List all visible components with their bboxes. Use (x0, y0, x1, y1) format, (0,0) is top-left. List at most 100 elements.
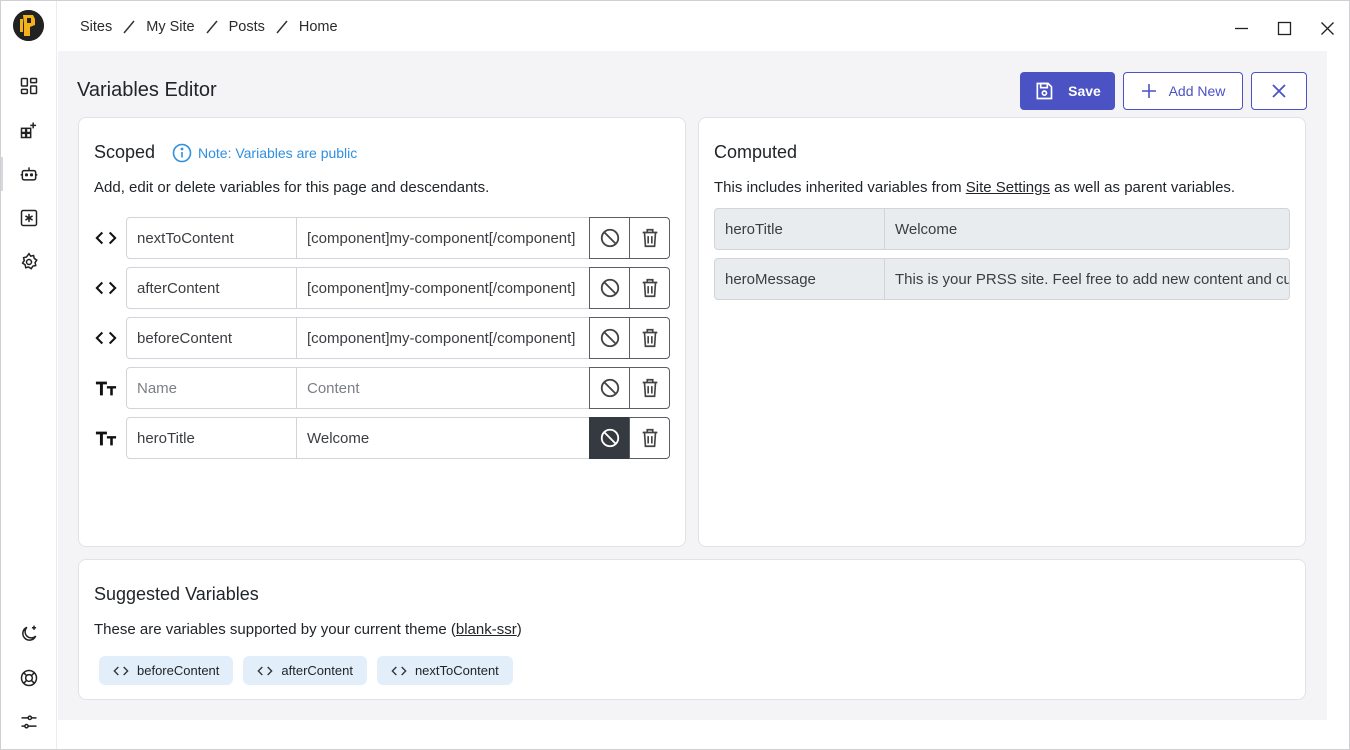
public-note-text: Note: Variables are public (198, 145, 358, 161)
disable-variable-button[interactable] (589, 317, 630, 359)
delete-variable-button[interactable] (629, 417, 670, 459)
window-close-icon[interactable] (1306, 1, 1349, 55)
suggested-description-before: These are variables supported by your cu… (94, 621, 456, 638)
computed-title: Computed (714, 142, 798, 162)
suggested-chip-before-content[interactable]: beforeContent (99, 656, 234, 685)
disable-variable-button[interactable] (589, 417, 630, 459)
trash-icon (642, 378, 657, 398)
close-icon (1272, 84, 1286, 98)
suggested-title: Suggested Variables (94, 584, 259, 604)
scoped-card: Scoped Note: Variables are public Add, e… (78, 117, 686, 547)
suggested-chip-next-to-content[interactable]: nextToContent (376, 656, 513, 685)
robot-icon[interactable] (18, 163, 40, 185)
breadcrumb: Sites My Site Posts Home (80, 19, 338, 35)
sliders-icon[interactable] (18, 711, 40, 733)
gear-icon[interactable] (18, 251, 40, 273)
breadcrumb-item-sites[interactable]: Sites (80, 19, 112, 35)
scoped-description: Add, edit or delete variables for this p… (94, 179, 490, 196)
moon-plus-icon[interactable] (18, 623, 40, 645)
scoped-title: Scoped (94, 142, 156, 162)
variable-value-input[interactable] (296, 367, 590, 409)
app-logo[interactable] (13, 10, 44, 41)
maximize-icon[interactable] (1263, 1, 1306, 55)
disable-variable-button[interactable] (589, 217, 630, 259)
suggested-chip-label: nextToContent (414, 663, 499, 678)
disable-variable-button[interactable] (589, 267, 630, 309)
public-note: Note: Variables are public (172, 143, 357, 163)
variable-value-input[interactable] (296, 217, 590, 259)
suggested-description: These are variables supported by your cu… (94, 621, 522, 638)
main-content: Variables Editor Save Add New Scoped Not… (58, 51, 1327, 720)
floppy-disk-icon (1036, 82, 1053, 100)
code-icon (94, 328, 118, 348)
breadcrumb-item-my-site[interactable]: My Site (146, 19, 194, 35)
trash-icon (642, 278, 657, 298)
text-type-icon (94, 428, 118, 448)
variable-row (94, 317, 672, 359)
page-title: Variables Editor (77, 79, 217, 101)
plus-icon (1141, 84, 1156, 98)
breadcrumb-separator-icon (122, 19, 136, 35)
variable-value-input[interactable] (296, 317, 590, 359)
info-icon (172, 143, 192, 163)
computed-card: Computed This includes inherited variabl… (698, 117, 1306, 547)
top-bar: Sites My Site Posts Home (58, 1, 1349, 51)
site-settings-link[interactable]: Site Settings (966, 179, 1050, 196)
variable-name-input[interactable] (126, 417, 297, 459)
disable-variable-button[interactable] (589, 367, 630, 409)
delete-variable-button[interactable] (629, 267, 670, 309)
code-icon (94, 278, 118, 298)
variable-name-input[interactable] (126, 217, 297, 259)
computed-description: This includes inherited variables from S… (714, 179, 1235, 196)
trash-icon (642, 228, 657, 248)
breadcrumb-separator-icon (205, 19, 219, 35)
computed-description-before: This includes inherited variables from (714, 179, 966, 196)
dashboard-icon[interactable] (18, 75, 40, 97)
computed-row: heroMessage This is your PRSS site. Feel… (714, 258, 1290, 300)
ban-icon (600, 228, 619, 248)
theme-link[interactable]: blank-ssr (456, 621, 517, 638)
computed-value: This is your PRSS site. Feel free to add… (884, 258, 1290, 300)
variable-value-input[interactable] (296, 267, 590, 309)
code-icon (113, 666, 129, 675)
trash-icon (642, 428, 657, 448)
variable-row (94, 367, 672, 409)
breadcrumb-separator-icon (275, 19, 289, 35)
suggested-description-after: ) (516, 621, 522, 638)
variable-row (94, 267, 672, 309)
apps-add-icon[interactable] (18, 119, 40, 141)
delete-variable-button[interactable] (629, 367, 670, 409)
variable-name-input[interactable] (126, 267, 297, 309)
save-button[interactable]: Save (1020, 72, 1115, 110)
sidebar-active-indicator (1, 157, 3, 191)
sidebar (1, 1, 57, 749)
asterisk-box-icon[interactable] (18, 207, 40, 229)
breadcrumb-item-posts[interactable]: Posts (229, 19, 265, 35)
add-new-button-label: Add New (1168, 83, 1226, 99)
code-icon (94, 228, 118, 248)
variable-value-input[interactable] (296, 417, 590, 459)
variable-name-input[interactable] (126, 367, 297, 409)
suggested-chip-label: beforeContent (137, 663, 220, 678)
suggested-card: Suggested Variables These are variables … (78, 559, 1306, 700)
close-button[interactable] (1251, 72, 1307, 110)
save-button-label: Save (1068, 83, 1101, 99)
ban-icon (600, 428, 619, 448)
delete-variable-button[interactable] (629, 317, 670, 359)
delete-variable-button[interactable] (629, 217, 670, 259)
suggested-chip-after-content[interactable]: afterContent (243, 656, 367, 685)
trash-icon (642, 328, 657, 348)
code-icon (257, 666, 274, 675)
variable-row (94, 417, 672, 459)
variable-name-input[interactable] (126, 317, 297, 359)
suggested-chip-label: afterContent (281, 663, 353, 678)
ban-icon (600, 378, 619, 398)
lifebuoy-icon[interactable] (18, 667, 40, 689)
breadcrumb-item-home[interactable]: Home (299, 19, 338, 35)
computed-name: heroTitle (714, 208, 885, 250)
minimize-icon[interactable] (1220, 1, 1263, 55)
code-icon (391, 666, 407, 675)
add-new-button[interactable]: Add New (1123, 72, 1243, 110)
suggested-chips: beforeContent afterContent nextToContent (99, 656, 523, 685)
ban-icon (600, 278, 619, 298)
